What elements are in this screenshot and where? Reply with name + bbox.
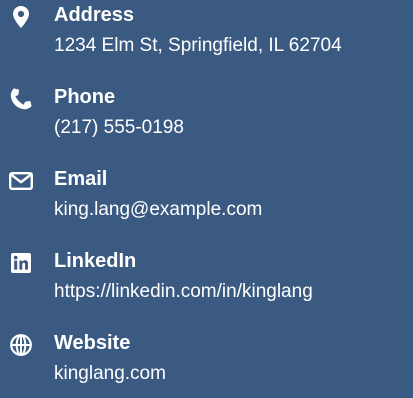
envelope-icon bbox=[8, 170, 34, 192]
phone-value[interactable]: (217) 555-0198 bbox=[54, 116, 184, 140]
address-value: 1234 Elm St, Springfield, IL 62704 bbox=[54, 35, 342, 56]
linkedin-icon bbox=[8, 252, 34, 274]
address-label: Address bbox=[54, 4, 135, 26]
contact-item-email: Email king.lang@example.com bbox=[0, 164, 413, 234]
email-value[interactable]: king.lang@example.com bbox=[54, 198, 262, 222]
contact-item-website: Website kinglang.com bbox=[0, 328, 413, 398]
linkedin-value[interactable]: https://linkedin.com/in/kinglang bbox=[54, 280, 313, 304]
email-label: Email bbox=[54, 168, 108, 190]
globe-icon bbox=[8, 334, 34, 356]
contact-item-phone: Phone (217) 555-0198 bbox=[0, 82, 413, 152]
map-pin-icon bbox=[8, 6, 34, 28]
contact-item-address: Address 1234 Elm St, Springfield, IL 627… bbox=[0, 0, 413, 70]
linkedin-label: LinkedIn bbox=[54, 250, 137, 272]
website-value[interactable]: kinglang.com bbox=[54, 362, 166, 386]
phone-icon bbox=[8, 88, 34, 110]
contact-item-linkedin: LinkedIn https://linkedin.com/in/kinglan… bbox=[0, 246, 413, 316]
phone-label: Phone bbox=[54, 86, 116, 108]
website-label: Website bbox=[54, 332, 131, 354]
contact-info-list: Address 1234 Elm St, Springfield, IL 627… bbox=[0, 0, 413, 387]
